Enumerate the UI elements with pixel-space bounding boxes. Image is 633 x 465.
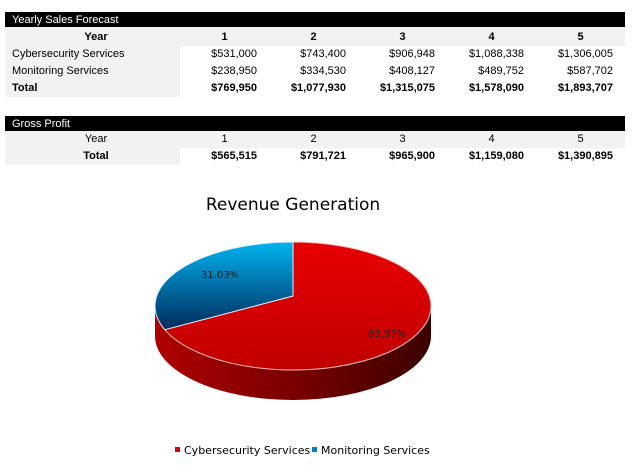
cell: $334,530 [300, 65, 346, 77]
year-cell: 5 [577, 133, 584, 145]
table-row: Cybersecurity Services $531,000 $743,400… [5, 46, 625, 63]
year-cell: 3 [399, 133, 406, 145]
year-cell: 4 [488, 133, 495, 145]
legend-swatch-monitoring [312, 447, 317, 452]
legend-swatch-cybersecurity [175, 447, 180, 452]
cell: $1,390,895 [557, 150, 613, 162]
gross-profit-table: Gross Profit Year 1 2 3 4 5 Total $565,5… [5, 116, 625, 165]
table-row: Monitoring Services $238,950 $334,530 $4… [5, 63, 625, 80]
cell: $965,900 [389, 150, 435, 162]
legend-label: Cybersecurity Services [184, 444, 311, 457]
pie-chart: Revenue Generation 68.97% 31.03% Cybersec… [154, 195, 432, 457]
cell: $1,088,338 [468, 48, 524, 60]
header-row: Year 1 2 3 4 5 [5, 27, 625, 46]
legend: Cybersecurity Services Monitoring Servic… [175, 444, 430, 457]
row-label: Total [5, 80, 180, 97]
year-cell: 5 [577, 31, 584, 43]
cell: $1,159,080 [468, 150, 524, 162]
sales-forecast-table: Yearly Sales Forecast Year 1 2 3 4 5 Cyb… [5, 12, 625, 97]
cell: $489,752 [478, 65, 524, 77]
row-label: Total [5, 148, 180, 165]
cell: $1,306,005 [557, 48, 613, 60]
data-label-cybersecurity: 68.97% [368, 329, 406, 340]
year-cell: 2 [310, 133, 317, 145]
cell: $1,893,707 [557, 82, 613, 94]
table-title: Yearly Sales Forecast [5, 12, 625, 27]
data-label-monitoring: 31.03% [201, 270, 239, 281]
cell: $791,721 [300, 150, 346, 162]
cell: $769,950 [211, 82, 257, 94]
row-label: Monitoring Services [5, 63, 180, 80]
year-cell: 3 [399, 31, 406, 43]
legend-label: Monitoring Services [321, 444, 430, 457]
cell: $1,578,090 [468, 82, 524, 94]
cell: $531,000 [211, 48, 257, 60]
year-label: Year [5, 131, 180, 148]
total-row: Total $769,950 $1,077,930 $1,315,075 $1,… [5, 80, 625, 97]
header-row: Year 1 2 3 4 5 [5, 131, 625, 148]
cell: $408,127 [389, 65, 435, 77]
cell: $1,315,075 [379, 82, 435, 94]
cell: $565,515 [211, 150, 257, 162]
year-cell: 1 [221, 31, 228, 43]
year-cell: 2 [310, 31, 317, 43]
row-label: Cybersecurity Services [5, 46, 180, 63]
year-cell: 4 [488, 31, 495, 43]
cell: $906,948 [389, 48, 435, 60]
year-label: Year [5, 27, 180, 46]
cell: $587,702 [567, 65, 613, 77]
year-cell: 1 [221, 133, 228, 145]
cell: $238,950 [211, 65, 257, 77]
cell: $743,400 [300, 48, 346, 60]
cell: $1,077,930 [290, 82, 346, 94]
total-row: Total $565,515 $791,721 $965,900 $1,159,… [5, 148, 625, 165]
chart-title: Revenue Generation [206, 195, 380, 215]
table-title: Gross Profit [5, 116, 625, 131]
